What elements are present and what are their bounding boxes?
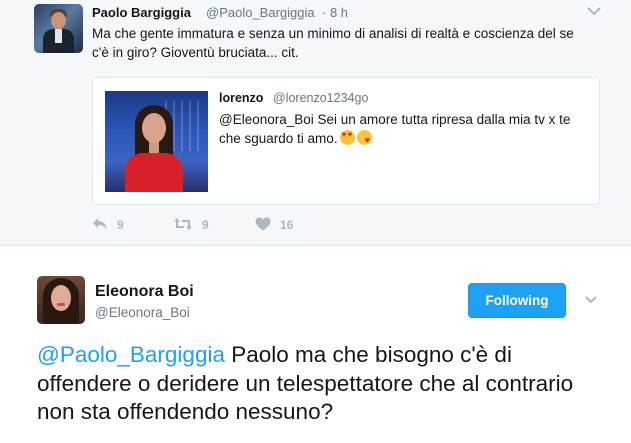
retweet-icon [173,217,202,234]
like-button[interactable]: 16 [255,214,293,236]
author-name[interactable]: Paolo Bargiggia [92,5,191,20]
quoted-author-name[interactable]: lorenzo [219,91,263,105]
reply-button[interactable]: 9 [92,214,124,236]
tweet-paolo[interactable]: Paolo Bargiggia @Paolo_Bargiggia · 8 h M… [0,0,631,246]
quoted-tweet-image[interactable] [105,91,208,192]
avatar[interactable] [34,4,83,53]
kiss-emoji [356,130,372,145]
chevron-down-icon[interactable] [582,0,606,22]
heart-eyes-emoji [339,130,355,145]
quoted-tweet[interactable]: lorenzo @lorenzo1234go @Eleonora_Boi Sei… [92,77,600,205]
retweet-count: 9 [202,218,209,232]
reply-icon [92,217,117,234]
heart-icon [255,217,280,234]
avatar[interactable] [37,276,85,324]
following-button[interactable]: Following [468,283,566,318]
like-count: 16 [280,218,294,232]
author-handle[interactable]: @Eleonora_Boi [95,305,190,320]
tweet-text: @Paolo_Bargiggia Paolo ma che bisogno c'… [37,341,612,427]
retweet-button[interactable]: 9 [173,214,209,236]
author-name[interactable]: Eleonora Boi [95,283,194,301]
reply-count: 9 [117,218,124,232]
quoted-author-handle[interactable]: @lorenzo1234go [273,91,368,105]
mention-link[interactable]: @Paolo_Bargiggia [37,342,225,367]
chevron-down-icon[interactable] [580,290,602,310]
tweet-text: Ma che gente immatura e senza un minimo … [92,26,574,60]
quoted-text-body: @Eleonora_Boi Sei un amore tutta ripresa… [219,112,571,146]
author-handle[interactable]: @Paolo_Bargiggia [206,5,315,20]
tweet-timestamp[interactable]: · 8 h [322,5,348,20]
quoted-tweet-text: @Eleonora_Boi Sei un amore tutta ripresa… [219,110,589,148]
